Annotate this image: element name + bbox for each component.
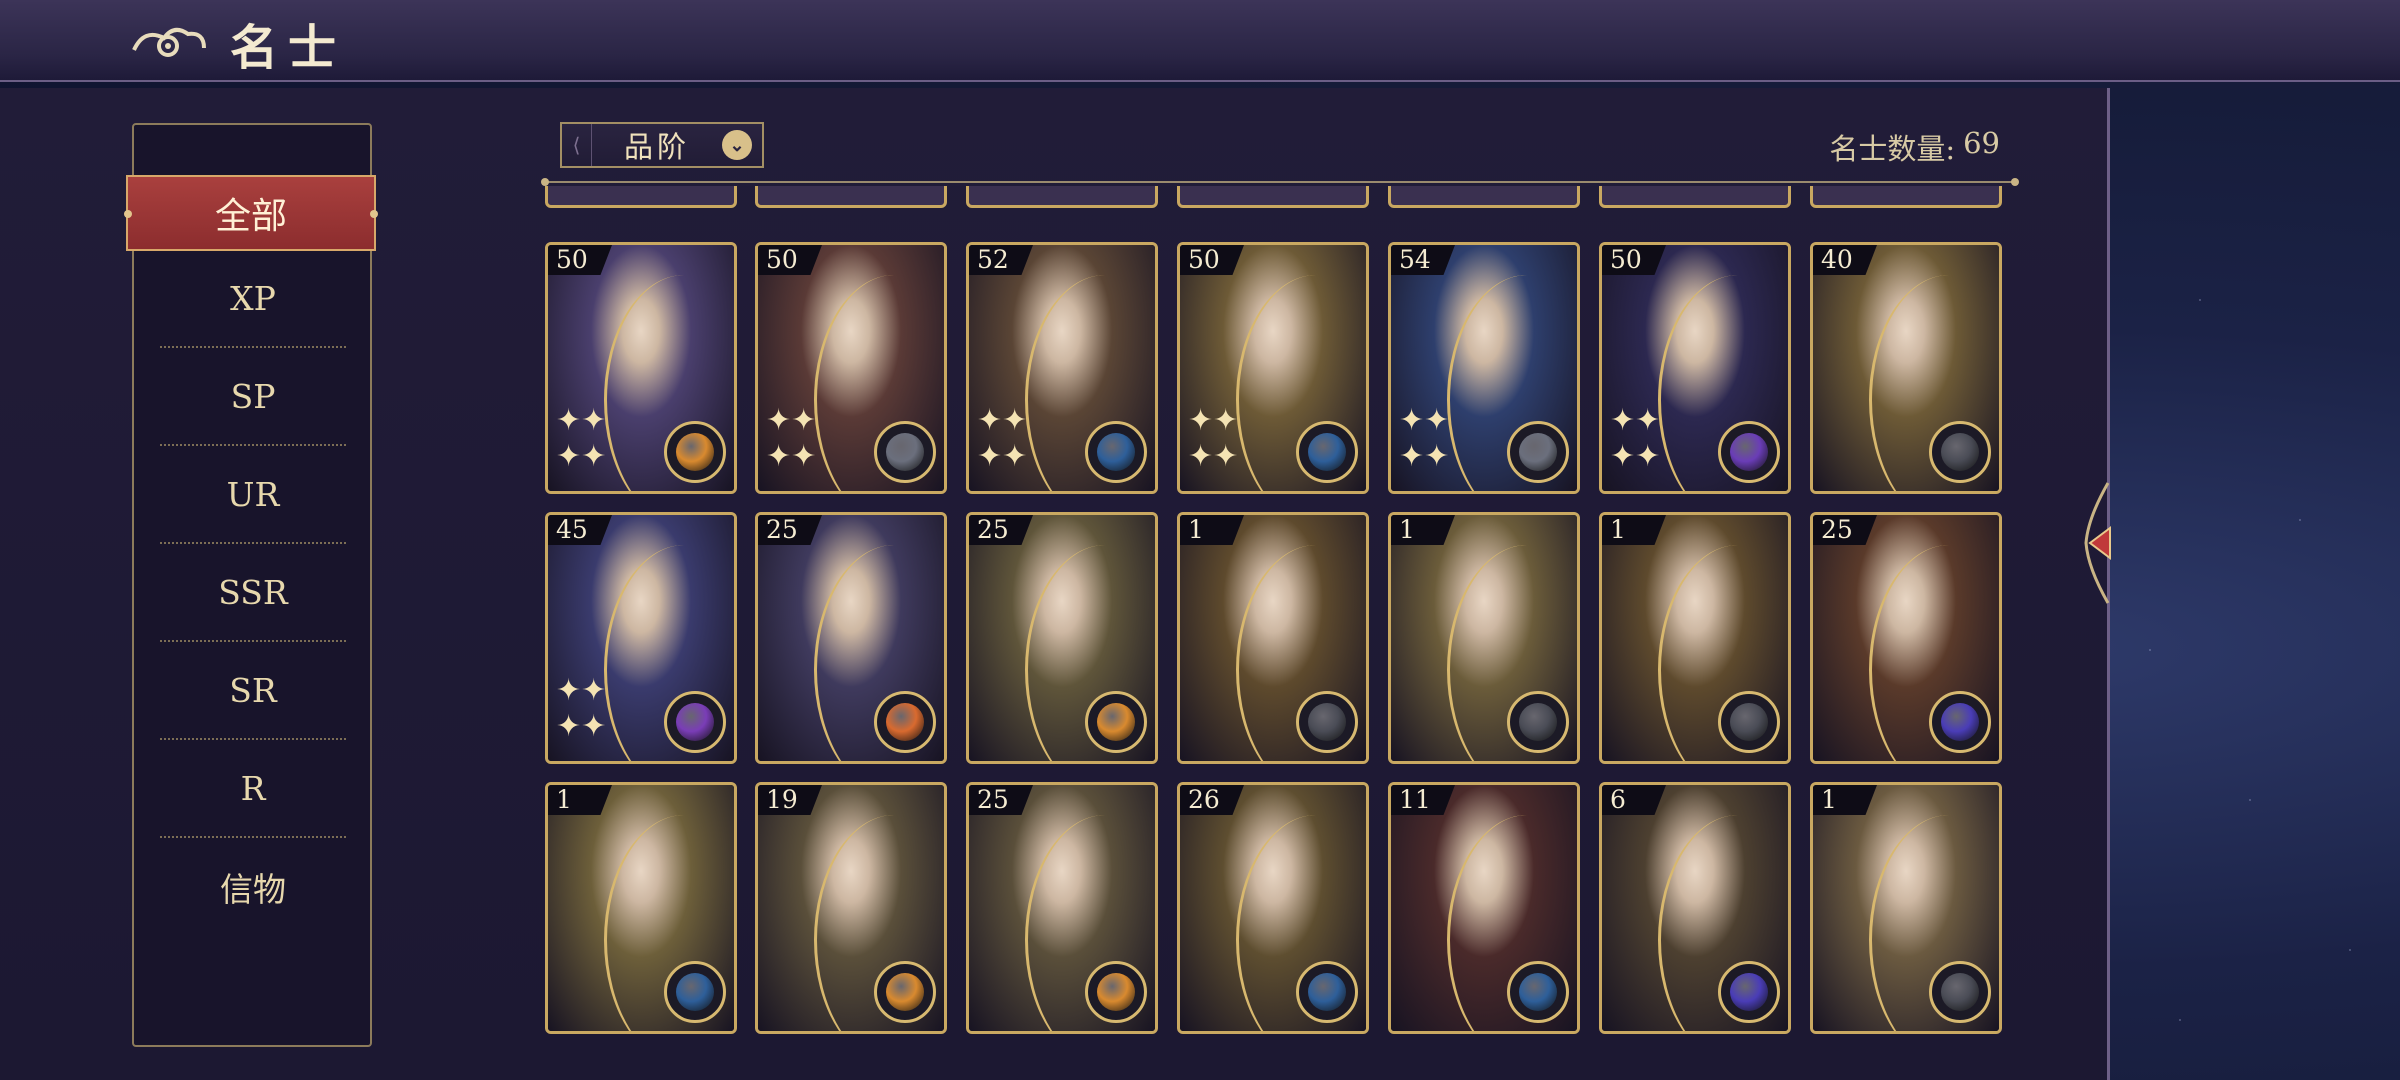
hero-card[interactable]: 6	[1599, 782, 1791, 1034]
filter-label: R	[240, 768, 266, 808]
element-emblem-icon	[664, 421, 726, 483]
element-emblem-icon	[1507, 961, 1569, 1023]
hero-card[interactable]: 26	[1177, 782, 1369, 1034]
cloud-swirl-icon	[132, 27, 206, 57]
element-emblem-icon	[664, 961, 726, 1023]
element-emblem-icon	[1085, 421, 1147, 483]
hero-card[interactable]: 25	[966, 512, 1158, 764]
element-emblem-icon	[1929, 961, 1991, 1023]
hero-card-partial[interactable]	[1810, 186, 2002, 208]
header-divider	[541, 178, 2019, 186]
filter-label: XP	[230, 278, 276, 318]
filter-xp[interactable]: XP	[160, 250, 346, 348]
element-emblem-icon	[1296, 421, 1358, 483]
element-emblem-icon	[664, 691, 726, 753]
element-emblem-icon	[874, 421, 936, 483]
awaken-stars-icon: ✦✦ ✦✦	[1399, 403, 1450, 474]
hero-card[interactable]: 52 ✦✦ ✦✦	[966, 242, 1158, 494]
filter-label: 全部	[214, 196, 287, 237]
element-emblem-icon	[874, 691, 936, 753]
element-emblem-icon	[1929, 691, 1991, 753]
element-emblem-icon	[1085, 961, 1147, 1023]
hero-card[interactable]: 45 ✦✦ ✦✦	[545, 512, 737, 764]
hero-card-partial[interactable]	[1177, 186, 1369, 208]
hero-card-partial[interactable]	[545, 186, 737, 208]
collapse-arrow-icon[interactable]	[2078, 478, 2118, 608]
element-emblem-icon	[1507, 691, 1569, 753]
hero-card[interactable]: 25	[966, 782, 1158, 1034]
sort-dropdown[interactable]: ⟨ 品阶 ⌄	[560, 122, 764, 168]
element-emblem-icon	[1718, 421, 1780, 483]
hero-card-partial[interactable]	[966, 186, 1158, 208]
hero-grid: 50 ✦✦ ✦✦ 50 ✦✦ ✦✦ 52 ✦✦ ✦✦ 50 ✦✦ ✦✦ 54 ✦✦ ✦✦ 50 ✦✦ …	[545, 186, 2015, 1036]
hero-card[interactable]: 19	[755, 782, 947, 1034]
awaken-stars-icon: ✦✦ ✦✦	[556, 673, 607, 744]
hero-card[interactable]: 1	[545, 782, 737, 1034]
top-header: 名士	[0, 0, 2400, 82]
hero-card[interactable]: 11	[1388, 782, 1580, 1034]
hero-card[interactable]: 50 ✦✦ ✦✦	[755, 242, 947, 494]
hero-card[interactable]: 25	[755, 512, 947, 764]
hero-count: 名士数量: 69	[1829, 126, 2000, 168]
filter-ur[interactable]: UR	[160, 446, 346, 544]
filter-token[interactable]: 信物	[160, 838, 346, 936]
hero-card[interactable]: 1	[1810, 782, 2002, 1034]
chevron-down-icon: ⌄	[722, 130, 752, 160]
element-emblem-icon	[874, 961, 936, 1023]
hero-card-partial[interactable]	[1388, 186, 1580, 208]
page-title: 名士	[230, 20, 347, 76]
awaken-stars-icon: ✦✦ ✦✦	[1188, 403, 1239, 474]
element-emblem-icon	[1929, 421, 1991, 483]
filter-label: SSR	[218, 572, 288, 612]
element-emblem-icon	[1296, 961, 1358, 1023]
awaken-stars-icon: ✦✦ ✦✦	[766, 403, 817, 474]
element-emblem-icon	[1718, 961, 1780, 1023]
hero-card-partial[interactable]	[755, 186, 947, 208]
filter-sr[interactable]: SR	[160, 642, 346, 740]
element-emblem-icon	[1296, 691, 1358, 753]
awaken-stars-icon: ✦✦ ✦✦	[1610, 403, 1661, 474]
filter-label: UR	[226, 474, 280, 514]
hero-card[interactable]: 50 ✦✦ ✦✦	[1599, 242, 1791, 494]
sort-label: 品阶	[623, 130, 690, 164]
awaken-stars-icon: ✦✦ ✦✦	[556, 403, 607, 474]
element-emblem-icon	[1718, 691, 1780, 753]
hero-card[interactable]: 50 ✦✦ ✦✦	[545, 242, 737, 494]
filter-label: SP	[230, 376, 276, 416]
element-emblem-icon	[1507, 421, 1569, 483]
hero-card[interactable]: 50 ✦✦ ✦✦	[1177, 242, 1369, 494]
count-value: 69	[1963, 126, 2000, 160]
filter-panel: XP SP UR SSR SR R 信物	[132, 123, 372, 1047]
hero-card[interactable]: 1	[1599, 512, 1791, 764]
grip-icon: ⟨	[562, 124, 592, 166]
ornament-dot	[370, 210, 378, 218]
ornament-dot	[124, 210, 132, 218]
hero-card[interactable]: 1	[1388, 512, 1580, 764]
hero-card[interactable]: 25	[1810, 512, 2002, 764]
hero-card[interactable]: 40	[1810, 242, 2002, 494]
hero-card[interactable]: 1	[1177, 512, 1369, 764]
filter-sp[interactable]: SP	[160, 348, 346, 446]
filter-label: SR	[229, 670, 277, 710]
element-emblem-icon	[1085, 691, 1147, 753]
hero-card[interactable]: 54 ✦✦ ✦✦	[1388, 242, 1580, 494]
title-group: 名士	[130, 8, 346, 78]
filter-ssr[interactable]: SSR	[160, 544, 346, 642]
count-label: 名士数量:	[1829, 132, 1956, 166]
filter-label: 信物	[220, 870, 286, 909]
filter-r[interactable]: R	[160, 740, 346, 838]
hero-card-partial[interactable]	[1599, 186, 1791, 208]
filter-all-active[interactable]: 全部	[124, 175, 378, 251]
awaken-stars-icon: ✦✦ ✦✦	[977, 403, 1028, 474]
